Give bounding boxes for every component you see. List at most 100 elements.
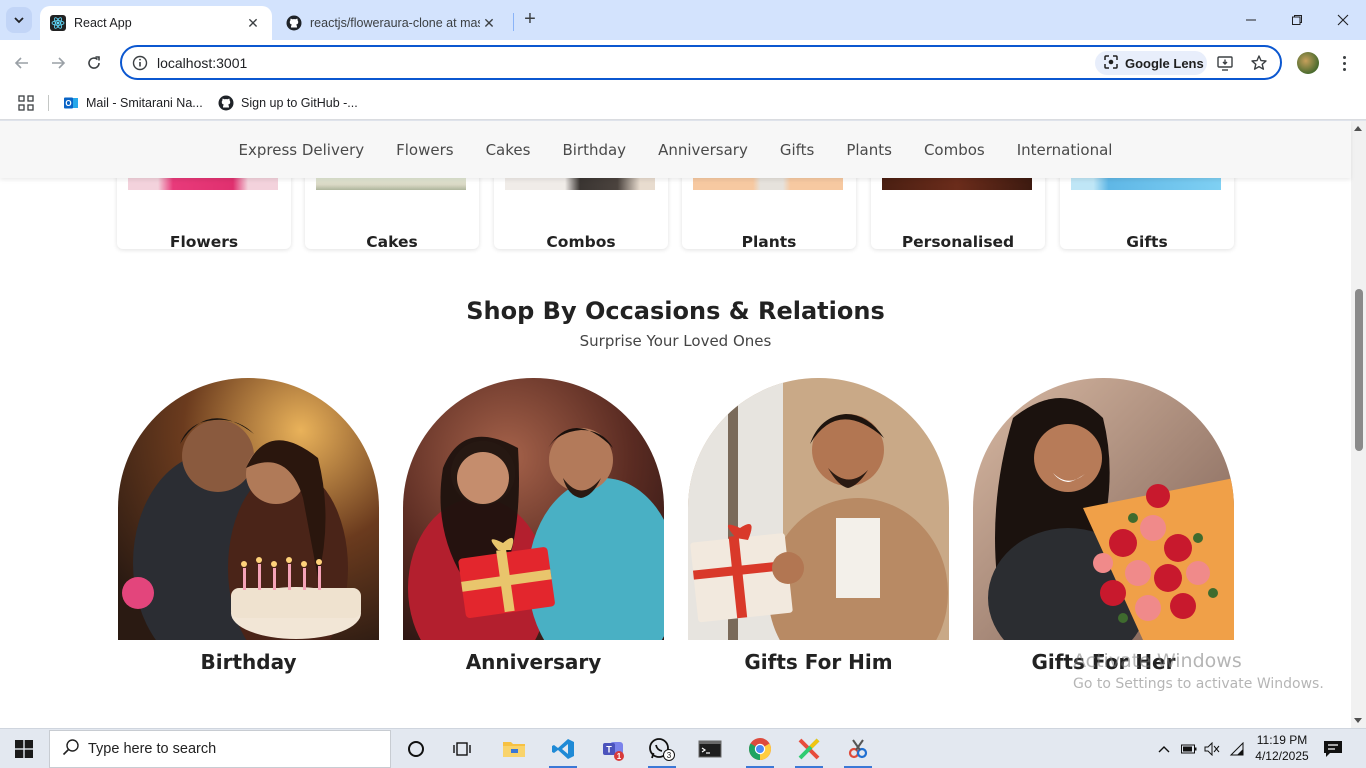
close-icon[interactable]: ✕ (244, 14, 262, 32)
minimize-button[interactable] (1228, 0, 1274, 40)
tab-react-app[interactable]: React App ✕ (40, 6, 272, 40)
occasions-subtitle: Surprise Your Loved Ones (579, 332, 772, 350)
new-tab-button[interactable]: + (519, 9, 541, 31)
scroll-down-arrow-icon[interactable] (1354, 718, 1362, 723)
nav-link-flowers[interactable]: Flowers (380, 141, 469, 159)
chevron-down-icon (14, 17, 24, 24)
file-explorer-button[interactable] (494, 733, 534, 765)
page-scrollbar[interactable] (1351, 121, 1366, 728)
minimize-icon (1246, 19, 1256, 21)
whatsapp-button[interactable]: 3 (642, 733, 682, 768)
watermark-title: Activate Windows (1073, 650, 1242, 672)
nav-link-birthday[interactable]: Birthday (546, 141, 642, 159)
notification-icon (1324, 741, 1342, 757)
site-nav: Express Delivery Flowers Cakes Birthday … (0, 121, 1351, 178)
url-input[interactable] (157, 53, 1057, 73)
nav-link-anniversary[interactable]: Anniversary (642, 141, 764, 159)
category-image (505, 177, 655, 190)
occasion-card-gifts-for-her[interactable]: Gifts For Her (973, 378, 1234, 674)
bookmark-star-icon[interactable] (1248, 52, 1270, 74)
react-icon (50, 15, 66, 31)
whatsapp-badge: 3 (667, 751, 672, 760)
page-viewport: Express Delivery Flowers Cakes Birthday … (0, 121, 1366, 728)
github-icon (218, 95, 234, 111)
bookmark-mail[interactable]: O Mail - Smitarani Na... (63, 92, 203, 114)
clock-date: 4/12/2025 (1255, 749, 1309, 763)
tab-search-button[interactable] (6, 7, 32, 33)
address-bar[interactable]: Google Lens (120, 45, 1282, 80)
occasion-label: Birthday (200, 650, 297, 674)
taskbar-search[interactable]: Type here to search (49, 730, 391, 768)
google-lens-icon (1103, 54, 1119, 73)
category-image (1071, 177, 1221, 190)
nav-link-combos[interactable]: Combos (908, 141, 1001, 159)
close-window-button[interactable] (1320, 0, 1366, 40)
close-icon[interactable]: ✕ (480, 14, 498, 32)
teams-icon: T1 (603, 742, 624, 761)
nav-link-gifts[interactable]: Gifts (764, 141, 831, 159)
xmind-button[interactable] (789, 733, 829, 768)
terminal-button[interactable] (690, 733, 730, 765)
clock-time: 11:19 PM (1256, 733, 1308, 747)
category-label: Gifts (1126, 233, 1168, 251)
task-view-button[interactable] (443, 733, 483, 765)
chrome-button[interactable] (740, 733, 780, 768)
occasion-card-gifts-for-him[interactable]: Gifts For Him (688, 378, 949, 674)
cortana-button[interactable] (396, 733, 436, 765)
apps-button[interactable] (18, 92, 34, 114)
reload-icon (88, 56, 100, 69)
nav-link-international[interactable]: International (1001, 141, 1129, 159)
restore-button[interactable] (1274, 0, 1320, 40)
tab-title: React App (74, 16, 132, 30)
tab-title: reactjs/floweraura-clone at mas (310, 16, 480, 30)
taskbar-clock[interactable]: 11:19 PM 4/12/2025 (1248, 732, 1316, 764)
action-center-button[interactable] (1322, 739, 1344, 759)
nav-link-plants[interactable]: Plants (830, 141, 908, 159)
folder-icon (503, 742, 525, 757)
wifi-icon[interactable] (1228, 739, 1246, 759)
vscode-button[interactable] (543, 733, 583, 768)
battery-icon[interactable] (1180, 739, 1198, 759)
volume-muted-icon[interactable] (1203, 739, 1221, 759)
google-lens-label: Google Lens (1125, 55, 1204, 71)
scroll-up-arrow-icon[interactable] (1354, 126, 1362, 131)
occasion-card-anniversary[interactable]: Anniversary (403, 378, 664, 674)
xmind-icon (798, 738, 820, 760)
teams-button[interactable]: T1 (593, 733, 633, 765)
forward-button[interactable] (46, 51, 70, 75)
occasion-label: Anniversary (465, 650, 602, 674)
occasion-card-birthday[interactable]: Birthday (118, 378, 379, 674)
browser-toolbar: Google Lens (0, 40, 1366, 86)
category-image (693, 177, 843, 190)
chevron-up-icon (1158, 746, 1170, 753)
category-label: Personalised (901, 233, 1015, 251)
start-button[interactable] (0, 729, 48, 768)
restore-icon (1292, 15, 1302, 25)
vscode-icon (552, 739, 574, 759)
github-icon (286, 15, 302, 31)
windows-taskbar: Type here to search T1 3 11:19 PM 4/12/2… (0, 728, 1366, 768)
install-app-icon[interactable] (1214, 52, 1236, 74)
back-button[interactable] (10, 51, 34, 75)
task-view-icon (453, 742, 471, 756)
apps-grid-icon (18, 95, 34, 111)
bookmark-github[interactable]: Sign up to GitHub -... (218, 92, 358, 114)
reload-button[interactable] (82, 51, 106, 75)
scrollbar-thumb[interactable] (1355, 289, 1363, 451)
bookmark-label: Sign up to GitHub -... (241, 96, 358, 110)
cortana-icon (408, 741, 424, 757)
profile-avatar[interactable] (1297, 52, 1319, 74)
category-label: Flowers (169, 233, 239, 251)
bookmark-divider (48, 95, 49, 111)
tab-github[interactable]: reactjs/floweraura-clone at mas ✕ (276, 6, 508, 40)
nav-link-express-delivery[interactable]: Express Delivery (223, 141, 381, 159)
snipping-tool-button[interactable] (838, 733, 878, 768)
category-label: Cakes (366, 233, 418, 251)
show-hidden-icons-button[interactable] (1156, 739, 1172, 759)
google-lens-button[interactable]: Google Lens (1095, 51, 1207, 75)
occasions-title: Shop By Occasions & Relations (466, 297, 885, 325)
nav-link-cakes[interactable]: Cakes (470, 141, 547, 159)
category-image (882, 177, 1032, 190)
info-icon[interactable] (131, 54, 149, 72)
browser-menu-button[interactable] (1334, 51, 1354, 75)
